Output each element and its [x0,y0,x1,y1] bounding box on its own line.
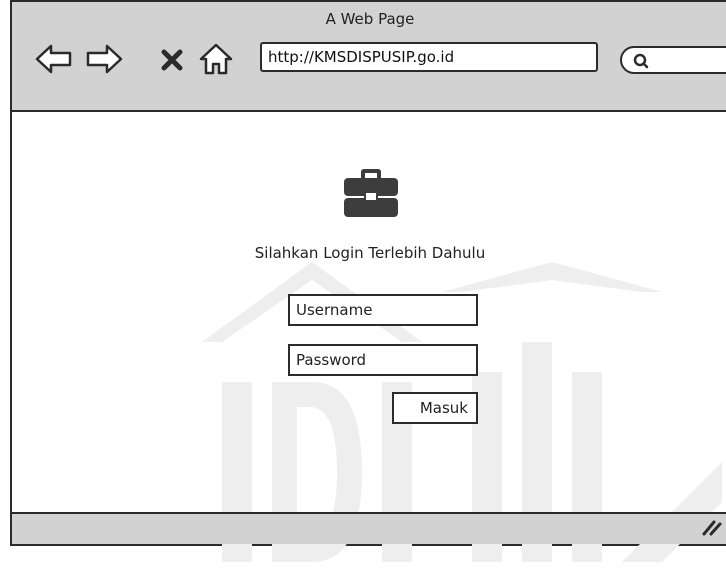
login-submit-button[interactable]: Masuk [392,392,478,424]
browser-window: A Web Page http://KMSDISPUSIP.go.id Sila… [10,0,726,562]
status-bar [12,512,726,544]
address-bar[interactable]: http://KMSDISPUSIP.go.id [260,42,598,72]
home-icon[interactable] [198,42,234,76]
login-prompt: Silahkan Login Terlebih Dahulu [254,244,486,262]
search-box[interactable] [620,46,726,74]
search-icon [633,53,649,69]
browser-toolbar: A Web Page http://KMSDISPUSIP.go.id [12,2,726,112]
back-arrow-icon[interactable] [34,42,74,76]
page-content: Silahkan Login Terlebih Dahulu Masuk [12,110,726,562]
password-input[interactable] [288,344,478,376]
forward-arrow-icon[interactable] [84,42,124,76]
username-input[interactable] [288,294,478,326]
close-icon[interactable] [160,48,184,72]
resize-grip-icon[interactable] [700,518,722,536]
briefcase-icon [344,169,398,217]
page-title: A Web Page [325,10,415,28]
